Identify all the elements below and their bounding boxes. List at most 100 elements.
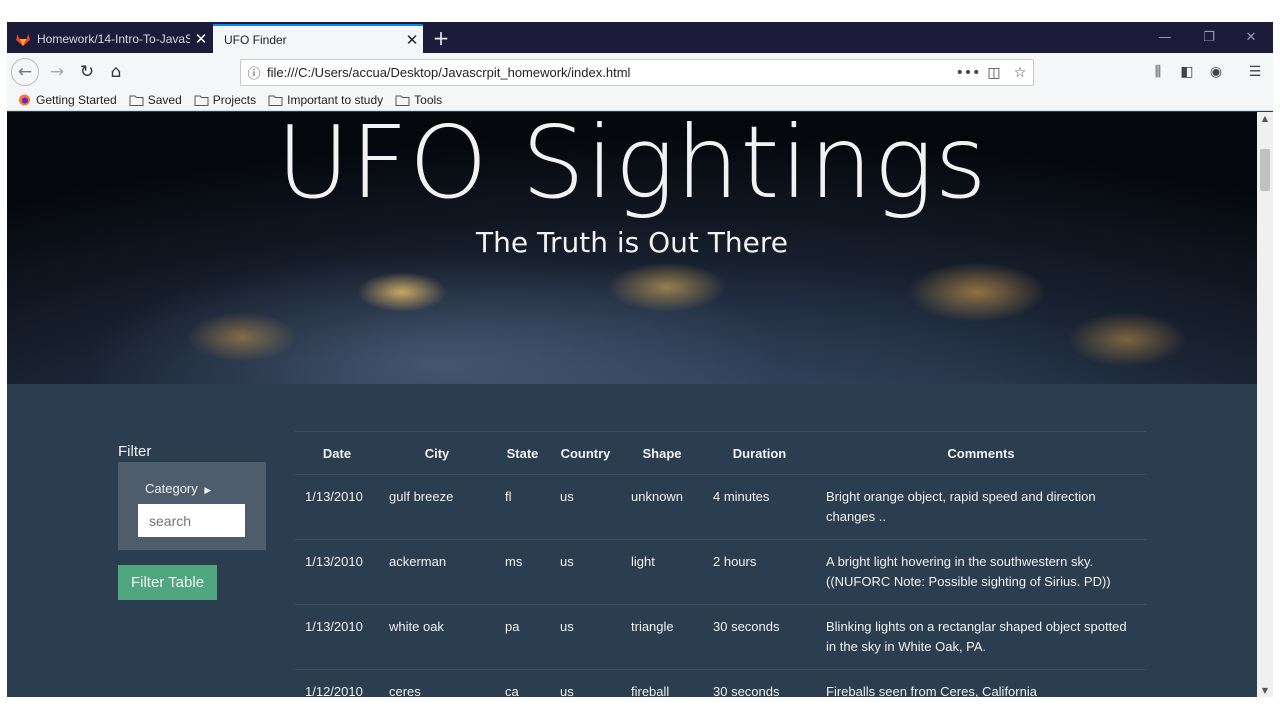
cell-city: ackerman	[379, 539, 495, 605]
page-subtitle: The Truth is Out There	[476, 226, 788, 259]
bookmark-important-to-study[interactable]: Important to study	[268, 93, 383, 107]
restore-icon[interactable]: ❐	[1189, 26, 1229, 50]
bookmark-label: Saved	[147, 93, 182, 107]
scroll-down-icon[interactable]: ▼	[1257, 686, 1273, 695]
table-row: 1/13/2010 white oak pa us triangle 30 se…	[295, 604, 1146, 670]
column-header-city[interactable]: City	[379, 431, 495, 475]
menu-icon[interactable]: ☰	[1243, 61, 1267, 83]
navigation-bar: ← → ↻ ⌂ ⓘ file:///C:/Users/accua/Desktop…	[7, 53, 1273, 90]
cell-comments: Blinking lights on a rectanglar shaped o…	[816, 604, 1146, 670]
cell-duration: 2 hours	[703, 539, 816, 605]
city-lights-glow	[357, 272, 447, 312]
close-tab-icon[interactable]: ✕	[401, 31, 423, 49]
page-title: UFO Sightings	[276, 112, 988, 221]
url-text[interactable]: file:///C:/Users/accua/Desktop/Javascrpi…	[267, 65, 955, 80]
tab-bar: Homework/14-Intro-To-JavaSc ✕ UFO Finder…	[7, 22, 1273, 53]
city-lights-glow	[607, 262, 727, 312]
cell-comments: Fireballs seen from Ceres, California	[816, 669, 1146, 697]
gitlab-icon	[16, 33, 30, 46]
cell-duration: 4 minutes	[703, 474, 816, 540]
search-input[interactable]	[138, 504, 245, 537]
cell-date: 1/12/2010	[295, 669, 379, 697]
tab-homework[interactable]: Homework/14-Intro-To-JavaSc ✕	[7, 24, 212, 53]
tab-title: UFO Finder	[224, 32, 287, 47]
bookmarks-toolbar: Getting Started Saved Projects Important…	[7, 90, 1273, 111]
folder-icon	[194, 95, 209, 106]
cell-country: us	[550, 669, 621, 697]
bookmark-tools[interactable]: Tools	[395, 93, 442, 107]
table-row: 1/13/2010 gulf breeze fl us unknown 4 mi…	[295, 474, 1146, 540]
firefox-icon	[19, 94, 30, 106]
reload-icon[interactable]: ↻	[73, 58, 101, 86]
url-bar[interactable]: ⓘ file:///C:/Users/accua/Desktop/Javascr…	[240, 59, 1034, 86]
cell-shape: unknown	[621, 474, 703, 540]
bookmark-label: Tools	[414, 93, 443, 107]
library-icon[interactable]: ⫼	[1146, 61, 1170, 83]
folder-icon	[129, 95, 144, 106]
cell-duration: 30 seconds	[703, 604, 816, 670]
column-header-duration[interactable]: Duration	[703, 431, 816, 475]
minimize-icon[interactable]: —	[1145, 26, 1185, 50]
bookmark-label: Projects	[212, 93, 257, 107]
column-header-shape[interactable]: Shape	[621, 431, 703, 475]
column-header-date[interactable]: Date	[295, 431, 379, 475]
bookmark-star-icon[interactable]: ☆	[1007, 65, 1033, 81]
vertical-scrollbar[interactable]: ▲ ▼	[1257, 112, 1273, 697]
scroll-up-icon[interactable]: ▲	[1257, 114, 1273, 123]
cell-country: us	[550, 539, 621, 605]
tab-ufo-finder[interactable]: UFO Finder ✕	[213, 24, 423, 53]
close-window-icon[interactable]: ✕	[1231, 26, 1271, 50]
folder-icon	[268, 95, 283, 106]
filter-panel: Category ▶	[118, 462, 266, 550]
cell-city: ceres	[379, 669, 495, 697]
caret-right-icon: ▶	[204, 485, 212, 495]
bookmark-label: Important to study	[287, 93, 384, 107]
city-lights-glow	[907, 262, 1047, 322]
bookmark-projects[interactable]: Projects	[194, 93, 256, 107]
sidebar-toggle-icon[interactable]: ◧	[1175, 61, 1199, 83]
table-row: 1/12/2010 ceres ca us fireball 30 second…	[295, 669, 1146, 697]
folder-icon	[395, 95, 410, 106]
cell-country: us	[550, 604, 621, 670]
forward-arrow-icon[interactable]: →	[43, 58, 71, 86]
cell-date: 1/13/2010	[295, 539, 379, 605]
cell-state: ca	[495, 669, 550, 697]
cell-date: 1/13/2010	[295, 474, 379, 540]
cell-shape: fireball	[621, 669, 703, 697]
new-tab-button[interactable]: +	[427, 25, 455, 51]
home-icon[interactable]: ⌂	[102, 58, 130, 86]
column-header-state[interactable]: State	[495, 431, 550, 475]
cell-comments: Bright orange object, rapid speed and di…	[816, 474, 1146, 540]
bookmark-getting-started[interactable]: Getting Started	[17, 93, 117, 107]
cell-duration: 30 seconds	[703, 669, 816, 697]
category-dropdown[interactable]: Category ▶	[145, 481, 211, 496]
browser-window: Homework/14-Intro-To-JavaSc ✕ UFO Finder…	[7, 22, 1273, 697]
hero-banner: UFO Sightings The Truth is Out There	[7, 112, 1257, 384]
cell-shape: triangle	[621, 604, 703, 670]
table-row: 1/13/2010 ackerman ms us light 2 hours A…	[295, 539, 1146, 605]
table-header-row: Date City State Country Shape Duration C…	[295, 431, 1146, 475]
close-tab-icon[interactable]: ✕	[190, 30, 212, 48]
cell-date: 1/13/2010	[295, 604, 379, 670]
page-actions-icon[interactable]: •••	[955, 65, 981, 81]
info-icon[interactable]: ⓘ	[241, 63, 267, 82]
cell-country: us	[550, 474, 621, 540]
ufo-sightings-table: Date City State Country Shape Duration C…	[295, 431, 1146, 697]
city-lights-glow	[187, 312, 297, 362]
pocket-icon[interactable]: ◫	[981, 65, 1007, 81]
cell-state: fl	[495, 474, 550, 540]
bookmark-saved[interactable]: Saved	[129, 93, 182, 107]
column-header-country[interactable]: Country	[550, 431, 621, 475]
column-header-comments[interactable]: Comments	[816, 431, 1146, 475]
cell-city: white oak	[379, 604, 495, 670]
category-label: Category	[145, 481, 198, 496]
back-arrow-icon[interactable]: ←	[11, 58, 39, 86]
scrollbar-thumb[interactable]	[1260, 149, 1270, 191]
bookmark-label: Getting Started	[36, 93, 117, 107]
filter-table-button[interactable]: Filter Table	[118, 565, 217, 600]
tab-title: Homework/14-Intro-To-JavaSc	[37, 31, 190, 46]
cell-state: ms	[495, 539, 550, 605]
city-lights-glow	[1067, 312, 1187, 367]
cell-state: pa	[495, 604, 550, 670]
account-icon[interactable]: ◉	[1204, 61, 1228, 83]
